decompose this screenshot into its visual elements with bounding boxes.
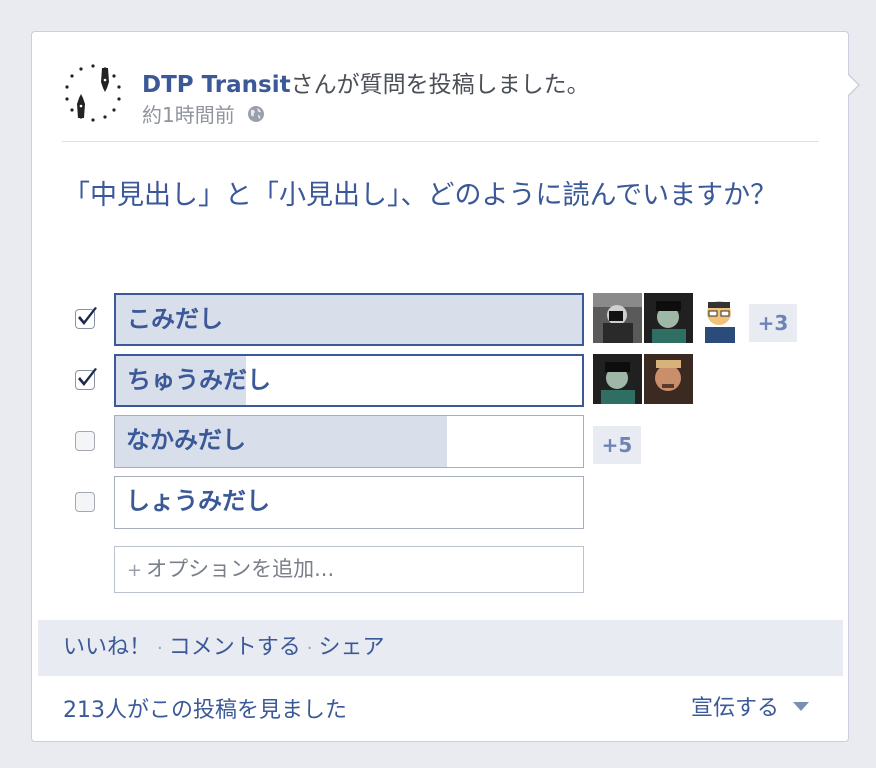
poll-option-row: しょうみだし — [32, 476, 850, 530]
like-link[interactable]: いいね！ — [63, 635, 151, 660]
poll-question: 「中見出し」と「小見出し」、どのように読んでいますか？ — [63, 180, 778, 211]
comment-link[interactable]: コメントする — [169, 635, 301, 660]
author-name-link[interactable]: DTP Transit — [142, 72, 291, 98]
poll-option-row: ちゅうみだし — [32, 354, 850, 408]
option-bar[interactable]: ちゅうみだし — [114, 354, 584, 407]
post-action-bar: いいね！ · コメントする · シェア — [38, 620, 843, 676]
option-bar[interactable]: こみだし — [114, 293, 584, 346]
post-action-text: さんが質問を投稿しました。 — [290, 72, 590, 98]
option-checkbox[interactable] — [75, 492, 95, 512]
chevron-down-icon — [793, 701, 810, 711]
option-label: こみだし — [127, 305, 223, 333]
voter-avatar[interactable] — [593, 354, 642, 404]
option-bar[interactable]: なかみだし — [114, 415, 584, 468]
action-separator: · — [157, 638, 163, 659]
post-header: DTP Transitさんが質問を投稿しました。 — [142, 65, 590, 99]
option-checkbox[interactable] — [75, 368, 97, 390]
promote-button[interactable]: 宣伝する — [691, 690, 810, 722]
option-checkbox[interactable] — [75, 431, 95, 451]
poll-option-row: なかみだし +5 — [32, 415, 850, 469]
add-option-input[interactable]: + オプションを追加... — [114, 546, 584, 593]
post-timestamp[interactable]: 約1時間前 — [142, 99, 235, 128]
option-label: ちゅうみだし — [127, 366, 271, 394]
checkmark-icon — [78, 307, 97, 325]
poll-post-card: DTP Transitさんが質問を投稿しました。 約1時間前 「中見出し」と「小… — [31, 31, 860, 742]
voter-avatar[interactable] — [593, 293, 642, 343]
poll-option-row: こみだし +3 — [32, 293, 850, 347]
action-separator: · — [306, 638, 313, 659]
voter-avatar[interactable] — [644, 293, 693, 343]
voter-avatar[interactable] — [695, 293, 744, 343]
globe-icon[interactable] — [247, 105, 265, 123]
promote-label: 宣伝する — [691, 696, 780, 721]
option-label: しょうみだし — [126, 487, 270, 515]
option-bar[interactable]: しょうみだし — [114, 476, 584, 529]
option-label: なかみだし — [126, 426, 246, 454]
share-link[interactable]: シェア — [319, 635, 385, 660]
voter-avatar[interactable] — [644, 354, 693, 404]
author-avatar[interactable] — [62, 62, 124, 124]
option-checkbox[interactable] — [75, 307, 97, 329]
more-voters-button[interactable]: +3 — [749, 304, 797, 342]
checkmark-icon — [78, 368, 97, 386]
header-divider — [62, 141, 819, 142]
view-count: 213人がこの投稿を見ました — [63, 698, 347, 723]
add-option-placeholder: オプションを追加... — [146, 557, 335, 581]
plus-icon: + — [127, 560, 143, 581]
post-meta: 約1時間前 — [142, 99, 265, 128]
more-voters-button[interactable]: +5 — [593, 426, 641, 464]
